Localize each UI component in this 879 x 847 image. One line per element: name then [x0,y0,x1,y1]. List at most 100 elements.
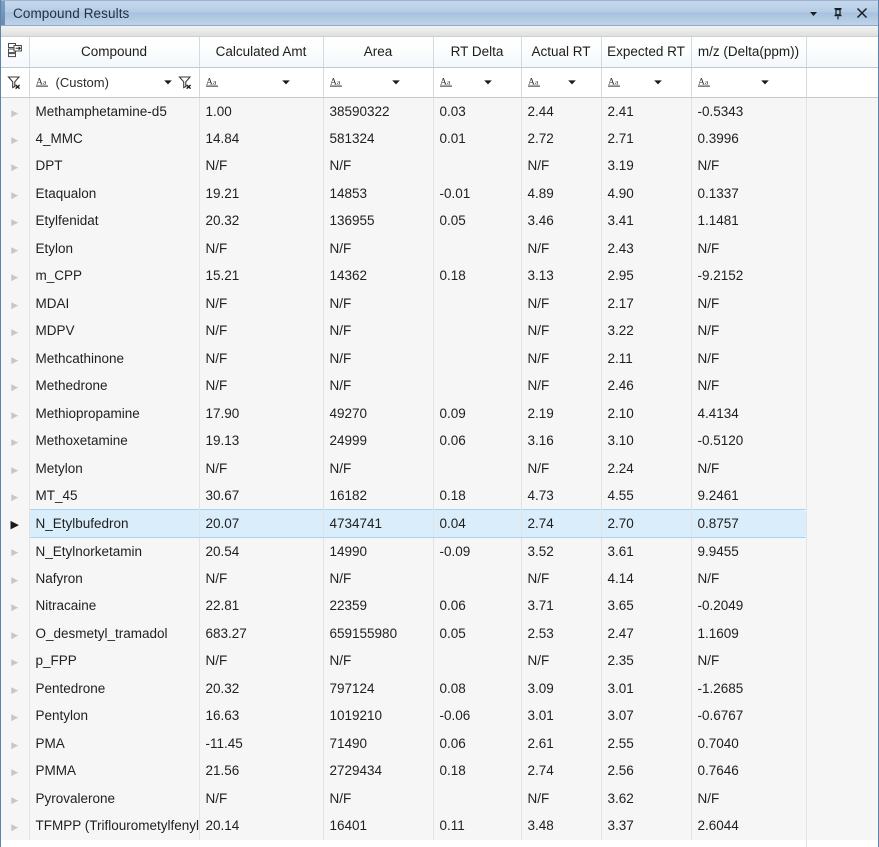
cell-area[interactable]: N/F [323,289,434,317]
cell-actual_rt[interactable]: N/F [521,647,602,675]
table-row[interactable]: ▶ Nitracaine 22.81 22359 0.06 3.71 3.65 -0.2049 [1,592,878,620]
row-indicator-cell[interactable]: ▶ [1,372,30,400]
cell-mz_delta[interactable]: 1.1481 [691,207,807,235]
cell-area[interactable]: N/F [323,234,434,262]
cell-actual_rt[interactable]: N/F [521,344,602,372]
row-indicator-cell[interactable]: ▶ [1,482,30,510]
cell-rt_delta[interactable] [433,372,522,400]
cell-calc_amt[interactable]: N/F [199,564,324,592]
cell-mz_delta[interactable]: -0.2049 [691,592,807,620]
cell-area[interactable]: 659155980 [323,619,434,647]
row-indicator-cell[interactable]: ▶ [1,262,30,290]
cell-mz_delta[interactable]: N/F [691,372,807,400]
table-row[interactable]: ▶ MDAI N/F N/F N/F 2.17 N/F [1,289,878,317]
cell-calc_amt[interactable]: N/F [199,234,324,262]
cell-compound[interactable]: Pyrovalerone [29,784,200,812]
cell-compound[interactable]: N_Etylnorketamin [29,537,200,565]
cell-area[interactable]: 2729434 [323,757,434,785]
row-indicator-cell[interactable]: ▶ [1,427,30,455]
cell-mz_delta[interactable]: -0.5120 [691,427,807,455]
cell-expected_rt[interactable]: 4.55 [601,482,692,510]
cell-mz_delta[interactable]: 9.2461 [691,482,807,510]
column-header-actual-rt[interactable]: Actual RT [521,37,602,68]
filter-row-corner[interactable] [1,67,30,98]
cell-actual_rt[interactable]: N/F [521,317,602,345]
cell-area[interactable]: 38590322 [323,97,434,125]
cell-actual_rt[interactable]: N/F [521,784,602,812]
cell-actual_rt[interactable]: 2.74 [521,757,602,785]
cell-expected_rt[interactable]: 2.11 [601,344,692,372]
filter-cell-calc-amt[interactable]: A a [199,67,324,98]
cell-expected_rt[interactable]: 3.22 [601,317,692,345]
chevron-down-icon[interactable] [281,77,291,87]
cell-calc_amt[interactable]: 683.27 [199,619,324,647]
column-header-rt-delta[interactable]: RT Delta [433,37,522,68]
column-header-mz-delta[interactable]: m/z (Delta(ppm)) [691,37,807,68]
cell-calc_amt[interactable]: N/F [199,647,324,675]
cell-area[interactable]: 22359 [323,592,434,620]
chevron-down-icon[interactable] [760,77,770,87]
text-filter-icon[interactable]: A a [607,75,623,89]
cell-area[interactable]: 71490 [323,729,434,757]
row-indicator-cell[interactable]: ▶ [1,812,30,840]
table-row[interactable]: ▶ MT_45 30.67 16182 0.18 4.73 4.55 9.2461 [1,482,878,510]
cell-actual_rt[interactable]: 2.19 [521,399,602,427]
text-filter-icon[interactable]: A a [205,75,221,89]
row-indicator-cell[interactable]: ▶ [1,124,30,152]
cell-calc_amt[interactable]: 20.54 [199,537,324,565]
cell-mz_delta[interactable]: -9.2152 [691,262,807,290]
cell-calc_amt[interactable]: N/F [199,372,324,400]
cell-compound[interactable]: Nitracaine [29,592,200,620]
cell-calc_amt[interactable]: 22.81 [199,592,324,620]
cell-rt_delta[interactable]: 0.11 [433,812,522,840]
cell-compound[interactable]: p_FPP [29,647,200,675]
row-indicator-cell[interactable]: ▶ [1,564,30,592]
cell-rt_delta[interactable]: 0.05 [433,619,522,647]
row-indicator-cell[interactable]: ▶ [1,317,30,345]
column-chooser-button[interactable] [1,37,30,68]
text-filter-icon[interactable]: A a [697,75,713,89]
cell-actual_rt[interactable]: 2.61 [521,729,602,757]
cell-calc_amt[interactable]: 30.67 [199,482,324,510]
cell-rt_delta[interactable] [433,152,522,180]
table-row[interactable]: ▶ PMMA 21.56 2729434 0.18 2.74 2.56 0.7646 [1,757,878,785]
table-row[interactable]: ▶ N_Etylnorketamin 20.54 14990 -0.09 3.52 3.61… [1,537,878,565]
cell-mz_delta[interactable]: N/F [691,152,807,180]
cell-rt_delta[interactable] [433,454,522,482]
cell-rt_delta[interactable]: 0.08 [433,674,522,702]
cell-mz_delta[interactable]: 9.9455 [691,537,807,565]
filter-cell-mz-delta[interactable]: A a [691,67,807,98]
cell-area[interactable]: N/F [323,784,434,812]
text-filter-icon[interactable]: A a [35,75,51,89]
cell-area[interactable]: 581324 [323,124,434,152]
cell-area[interactable]: 4734741 [323,509,434,538]
table-row[interactable]: ▶ N_Etylbufedron 20.07 4734741 0.04 2.74 2.70 0… [1,509,878,538]
cell-expected_rt[interactable]: 3.37 [601,812,692,840]
cell-expected_rt[interactable]: 2.10 [601,399,692,427]
cell-expected_rt[interactable]: 3.10 [601,427,692,455]
table-row[interactable]: ▶ DPT N/F N/F N/F 3.19 N/F [1,152,878,180]
cell-expected_rt[interactable]: 3.01 [601,674,692,702]
row-indicator-cell[interactable]: ▶ [1,674,30,702]
cell-expected_rt[interactable]: 4.90 [601,179,692,207]
cell-compound[interactable]: Pentylon [29,702,200,730]
cell-rt_delta[interactable]: 0.06 [433,729,522,757]
table-row[interactable]: ▶ Methedrone N/F N/F N/F 2.46 N/F [1,372,878,400]
cell-area[interactable]: N/F [323,152,434,180]
cell-expected_rt[interactable]: 2.71 [601,124,692,152]
cell-calc_amt[interactable]: 20.32 [199,674,324,702]
cell-actual_rt[interactable]: N/F [521,289,602,317]
column-header-area[interactable]: Area [323,37,434,68]
cell-rt_delta[interactable]: 0.06 [433,427,522,455]
table-row[interactable]: ▶ MDPV N/F N/F N/F 3.22 N/F [1,317,878,345]
cell-rt_delta[interactable]: -0.06 [433,702,522,730]
cell-area[interactable]: N/F [323,564,434,592]
cell-area[interactable]: 24999 [323,427,434,455]
row-indicator-cell[interactable]: ▶ [1,399,30,427]
cell-rt_delta[interactable]: 0.01 [433,124,522,152]
cell-actual_rt[interactable]: 3.52 [521,537,602,565]
table-row[interactable]: ▶ PMA -11.45 71490 0.06 2.61 2.55 0.7040 [1,729,878,757]
table-row[interactable]: ▶ TFMPP (Triflourometylfenylpiperazin)20.… [1,812,878,840]
cell-area[interactable]: 14853 [323,179,434,207]
cell-compound[interactable]: N_Etylbufedron [28,509,200,538]
